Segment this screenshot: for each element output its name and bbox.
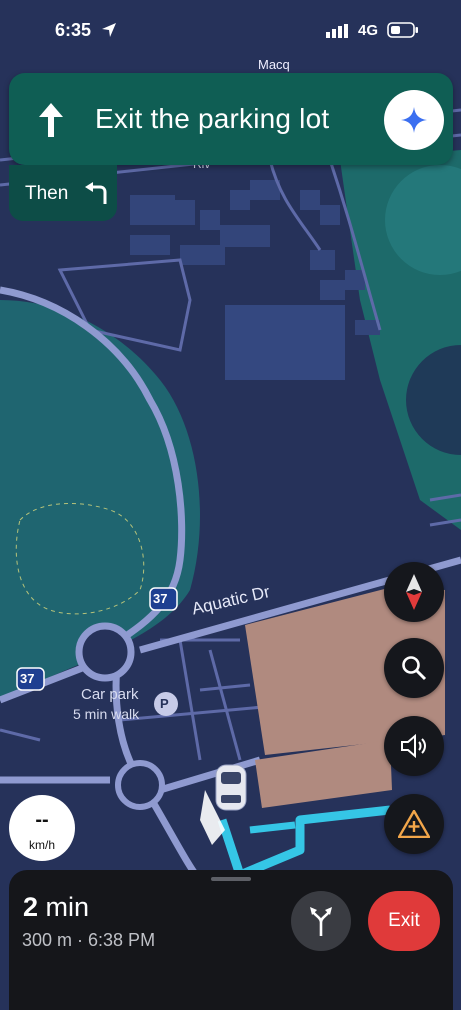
status-bar: 6:35 4G xyxy=(0,0,461,62)
sheet-drag-handle[interactable] xyxy=(211,877,251,881)
audio-button[interactable] xyxy=(384,716,444,776)
trip-details: 300 m · 6:38 PM xyxy=(22,930,156,950)
volume-icon xyxy=(401,733,426,759)
road-shield-37-lower-label: 37 xyxy=(20,671,35,686)
speed-value: -- xyxy=(35,809,49,831)
assistant-button[interactable] xyxy=(384,90,444,150)
route-fork-icon xyxy=(310,907,332,936)
car-park-walk-label: 5 min walk xyxy=(73,706,140,722)
roundabout-2 xyxy=(115,760,165,810)
search-icon xyxy=(402,656,427,681)
compass-icon xyxy=(406,574,422,610)
network-type: 4G xyxy=(358,22,379,39)
location-arrow-icon xyxy=(102,23,116,37)
speed-unit: km/h xyxy=(28,838,55,852)
eta-value: 2 xyxy=(23,892,39,922)
car-park-label: Car park xyxy=(81,686,139,703)
warning-add-icon xyxy=(398,810,430,838)
eta-unit: min xyxy=(45,892,90,922)
speedometer: -- km/h xyxy=(9,795,75,861)
sparkle-icon xyxy=(401,107,427,133)
instruction-text: Exit the parking lot xyxy=(95,103,330,134)
parking-symbol: P xyxy=(160,696,169,711)
report-incident-button[interactable] xyxy=(384,794,444,854)
turn-left-icon xyxy=(85,182,107,204)
exit-navigation-button[interactable]: Exit xyxy=(368,891,440,951)
next-maneuver-chip[interactable]: Then xyxy=(9,165,117,221)
trip-summary-sheet[interactable]: 2 min 300 m · 6:38 PM Exit xyxy=(9,870,453,1010)
cellular-signal-icon xyxy=(326,24,348,38)
compass-button[interactable] xyxy=(384,562,444,622)
eta-duration: 2 min xyxy=(23,892,89,923)
battery-icon xyxy=(387,22,418,38)
road-shield-37-upper-label: 37 xyxy=(153,591,168,606)
status-time: 6:35 xyxy=(55,20,92,40)
arrow-up-icon xyxy=(39,103,63,137)
search-button[interactable] xyxy=(384,638,444,698)
then-label: Then xyxy=(25,183,69,204)
alternate-routes-button[interactable] xyxy=(291,891,351,951)
roundabout xyxy=(75,622,135,682)
building-large xyxy=(225,305,345,380)
